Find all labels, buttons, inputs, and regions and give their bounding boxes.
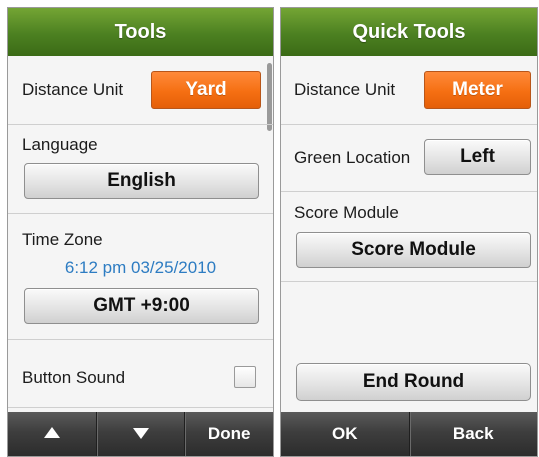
tools-title: Tools bbox=[8, 8, 273, 56]
language-button[interactable]: English bbox=[24, 163, 259, 199]
time-zone-label: Time Zone bbox=[22, 230, 103, 249]
up-arrow-icon bbox=[43, 427, 60, 439]
quick-tools-title: Quick Tools bbox=[281, 8, 537, 56]
tools-screen: Tools Distance Unit Yard Language Englis… bbox=[7, 7, 274, 457]
green-location-label: Green Location bbox=[294, 148, 411, 167]
distance-unit-button[interactable]: Yard bbox=[151, 71, 261, 109]
divider bbox=[281, 281, 537, 282]
divider bbox=[8, 124, 273, 125]
scroll-down-button[interactable] bbox=[95, 412, 185, 456]
bottom-bar: OK Back bbox=[281, 412, 537, 456]
divider bbox=[281, 191, 537, 192]
score-module-button[interactable]: Score Module bbox=[296, 232, 531, 268]
ok-button[interactable]: OK bbox=[281, 412, 409, 456]
button-sound-checkbox[interactable] bbox=[234, 366, 256, 388]
green-location-button[interactable]: Left bbox=[424, 139, 531, 175]
distance-unit-label: Distance Unit bbox=[294, 80, 396, 99]
divider bbox=[8, 339, 273, 340]
button-sound-label: Button Sound bbox=[22, 368, 126, 387]
divider bbox=[8, 407, 273, 408]
language-label: Language bbox=[22, 135, 98, 154]
distance-unit-label: Distance Unit bbox=[22, 80, 124, 99]
divider bbox=[8, 213, 273, 214]
score-module-label: Score Module bbox=[294, 203, 399, 222]
bottom-bar: Done bbox=[8, 412, 273, 456]
end-round-button[interactable]: End Round bbox=[296, 363, 531, 401]
divider bbox=[281, 124, 537, 125]
quick-tools-screen: Quick Tools Distance Unit Meter Green Lo… bbox=[280, 7, 538, 457]
down-arrow-icon bbox=[132, 428, 149, 440]
scrollbar[interactable] bbox=[267, 63, 272, 131]
back-button[interactable]: Back bbox=[408, 412, 538, 456]
done-button[interactable]: Done bbox=[184, 412, 273, 456]
scroll-up-button[interactable] bbox=[8, 412, 96, 456]
distance-unit-button[interactable]: Meter bbox=[424, 71, 531, 109]
time-zone-button[interactable]: GMT +9:00 bbox=[24, 288, 259, 324]
current-time-text: 6:12 pm 03/25/2010 bbox=[64, 258, 217, 277]
